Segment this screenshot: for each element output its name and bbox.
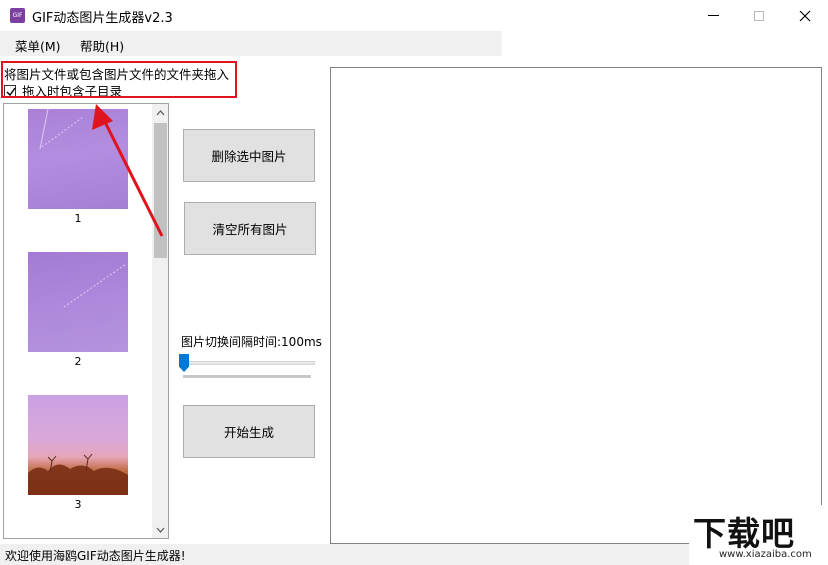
thumbnail-list[interactable]: 1 2 3 bbox=[3, 103, 169, 539]
minimize-icon bbox=[707, 15, 719, 16]
contrail-graphic bbox=[63, 263, 127, 308]
maximize-button[interactable] bbox=[736, 0, 782, 31]
scroll-down-button[interactable] bbox=[152, 521, 168, 538]
menu-item-help[interactable]: 帮助(H) bbox=[80, 36, 124, 55]
status-text: 欢迎使用海鸥GIF动态图片生成器! bbox=[5, 549, 186, 563]
window-title: GIF动态图片生成器v2.3 bbox=[32, 11, 173, 26]
interval-slider[interactable] bbox=[183, 361, 315, 365]
slider-tick-bar bbox=[183, 375, 311, 378]
thumbnail-image[interactable] bbox=[28, 108, 128, 209]
thumbnail-image[interactable] bbox=[28, 395, 128, 495]
minimize-button[interactable] bbox=[690, 0, 736, 31]
close-button[interactable] bbox=[782, 0, 828, 31]
contrail-graphic bbox=[39, 108, 84, 150]
thumbnail-scrollbar[interactable] bbox=[152, 104, 168, 538]
chevron-down-icon bbox=[156, 527, 165, 533]
thumbnail-label: 2 bbox=[74, 355, 82, 368]
interval-slider-thumb[interactable] bbox=[179, 354, 189, 372]
scroll-thumb[interactable] bbox=[154, 123, 167, 258]
delete-selected-button[interactable]: 删除选中图片 bbox=[183, 129, 315, 182]
title-bar: GIF GIF动态图片生成器v2.3 bbox=[0, 0, 828, 31]
watermark-url: www.xiazaiba.com bbox=[719, 549, 812, 560]
menu-item-menu[interactable]: 菜单(M) bbox=[15, 36, 61, 55]
scroll-up-button[interactable] bbox=[152, 104, 168, 121]
annotation-highlight-box bbox=[1, 61, 237, 98]
thumbnail-label: 1 bbox=[74, 212, 82, 225]
trees-graphic bbox=[28, 453, 128, 495]
start-generate-button[interactable]: 开始生成 bbox=[183, 405, 315, 458]
thumbnail-image[interactable] bbox=[28, 252, 128, 352]
thumbnail-label: 3 bbox=[74, 498, 82, 511]
menu-bar: 菜单(M) 帮助(H) bbox=[0, 31, 502, 56]
close-icon bbox=[799, 10, 811, 21]
interval-label: 图片切换间隔时间:100ms bbox=[181, 335, 322, 349]
preview-area bbox=[330, 67, 822, 544]
clear-all-button[interactable]: 清空所有图片 bbox=[184, 202, 316, 255]
watermark-logo: 下载吧 www.xiazaiba.com bbox=[689, 505, 828, 565]
gif-app-icon: GIF bbox=[10, 8, 25, 23]
watermark-main-text: 下载吧 bbox=[693, 514, 795, 553]
chevron-up-icon bbox=[156, 109, 165, 115]
maximize-icon bbox=[754, 10, 764, 21]
